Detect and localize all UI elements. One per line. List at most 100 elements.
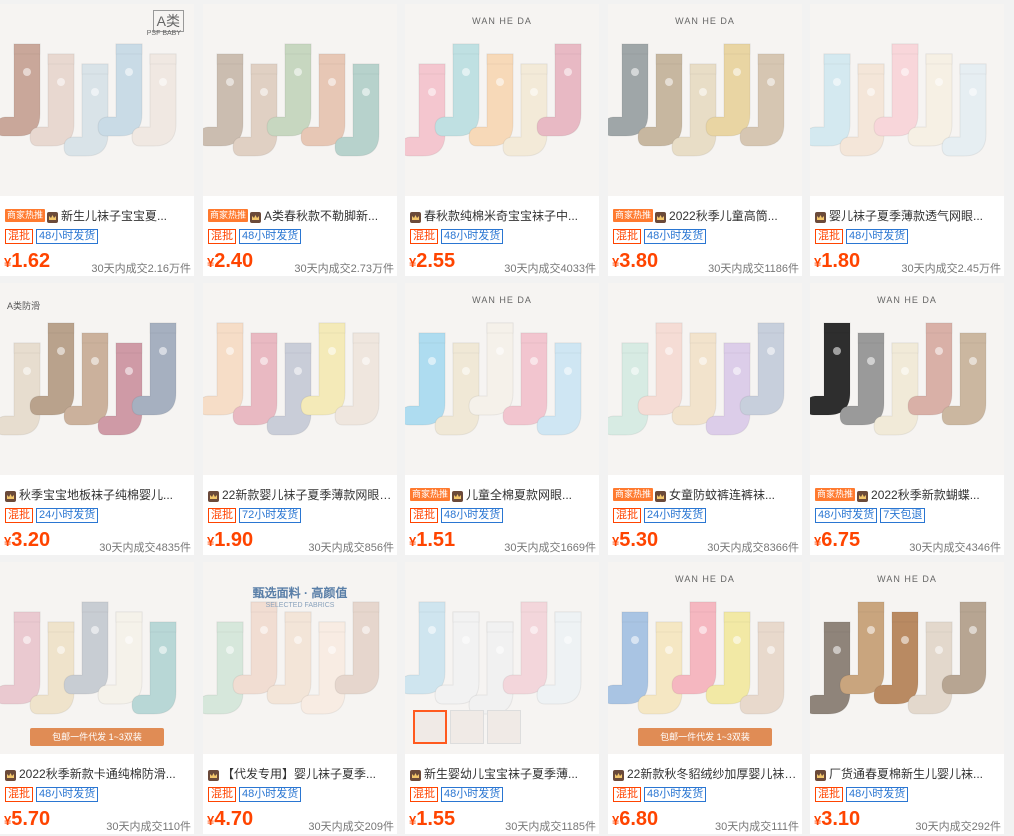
- price: ¥6.75: [814, 529, 860, 552]
- product-title[interactable]: 2022秋季新款卡通纯棉防滑...: [19, 765, 176, 781]
- hot-badge: 商家热推: [613, 487, 654, 501]
- price: ¥3.10: [814, 808, 860, 831]
- service-tag: 48小时发货: [846, 229, 909, 244]
- title-row[interactable]: 商家热推 儿童全棉夏款网眼...: [410, 486, 596, 502]
- title-row[interactable]: 22新款婴儿袜子夏季薄款网眼新...: [208, 486, 394, 502]
- product-image[interactable]: WAN HE DA 包邮一件代发 1~3双装: [608, 562, 802, 754]
- product-image[interactable]: WAN HE DA: [405, 283, 599, 475]
- product-card[interactable]: 婴儿袜子夏季薄款透气网眼... 混批 48小时发货 ¥1.80 30天内成交2.45万件: [810, 4, 1004, 276]
- title-row[interactable]: 厂货通春夏棉新生儿婴儿袜...: [815, 765, 1001, 781]
- title-row[interactable]: 婴儿袜子夏季薄款透气网眼...: [815, 207, 1001, 223]
- product-title[interactable]: 【代发专用】婴儿袜子夏季...: [222, 765, 376, 781]
- image-overlay-text: WAN HE DA: [877, 295, 937, 305]
- product-title[interactable]: 新生婴幼儿宝宝袜子夏季薄...: [424, 765, 578, 781]
- thumbnail[interactable]: [450, 710, 484, 744]
- title-row[interactable]: 商家热推 A类春秋款不勒脚新...: [208, 207, 394, 223]
- service-tag: 48小时发货: [846, 787, 909, 802]
- crown-icon: [208, 489, 219, 502]
- product-card[interactable]: 甄选面料 · 高颜值 SELECTED FABRICS 【代发专用】婴儿袜子夏季..…: [203, 562, 397, 834]
- product-image[interactable]: [810, 4, 1004, 196]
- price-value: 4.70: [214, 808, 254, 830]
- image-overlay-text: WAN HE DA: [877, 574, 937, 584]
- product-image[interactable]: A类 PSF BABY: [0, 4, 194, 196]
- product-title[interactable]: 厂货通春夏棉新生儿婴儿袜...: [829, 765, 983, 781]
- price-value: 3.80: [619, 250, 659, 272]
- title-row[interactable]: 商家热推 2022秋季新款蝴蝶...: [815, 486, 1001, 502]
- title-row[interactable]: 商家热推 新生儿袜子宝宝夏...: [5, 207, 191, 223]
- product-card[interactable]: WAN HE DA 厂货通春夏棉新生儿婴儿袜... 混批 48小时发货 ¥3.10 30天…: [810, 562, 1004, 834]
- product-image[interactable]: [405, 562, 599, 754]
- crown-icon: [250, 210, 262, 223]
- price-value: 1.51: [416, 529, 456, 551]
- service-tags: 混批 48小时发货: [5, 787, 101, 803]
- product-title[interactable]: 22新款秋冬貂绒纱加厚婴儿袜子...: [627, 765, 799, 781]
- title-row[interactable]: 新生婴幼儿宝宝袜子夏季薄...: [410, 765, 596, 781]
- product-title[interactable]: 2022秋季儿童高筒...: [669, 207, 778, 223]
- product-card[interactable]: A类防滑 秋季宝宝地板袜子纯棉婴儿... 混批 24小时发货 ¥3.20 30天内成交48…: [0, 283, 194, 555]
- crown-icon: [655, 489, 667, 502]
- product-card[interactable]: WAN HE DA 包邮一件代发 1~3双装 22新款秋冬貂绒纱加厚婴儿袜子... 混…: [608, 562, 802, 834]
- product-title[interactable]: 秋季宝宝地板袜子纯棉婴儿...: [19, 486, 173, 502]
- title-row[interactable]: 2022秋季新款卡通纯棉防滑...: [5, 765, 191, 781]
- image-overlay-subtext: SELECTED FABRICS: [265, 602, 335, 609]
- title-row[interactable]: 【代发专用】婴儿袜子夏季...: [208, 765, 394, 781]
- service-tag: 48小时发货: [644, 229, 707, 244]
- service-tags: 48小时发货 7天包退: [815, 508, 928, 524]
- title-row[interactable]: 22新款秋冬貂绒纱加厚婴儿袜子...: [613, 765, 799, 781]
- product-title[interactable]: 春秋款纯棉米奇宝宝袜子中...: [424, 207, 578, 223]
- crown-icon: [47, 210, 59, 223]
- product-title[interactable]: 女童防蚊裤连裤袜...: [669, 486, 775, 502]
- service-tag: 混批: [208, 787, 236, 802]
- crown-icon: [815, 210, 826, 223]
- product-image[interactable]: WAN HE DA: [810, 562, 1004, 754]
- crown-icon: [5, 489, 16, 502]
- product-image[interactable]: [203, 283, 397, 475]
- price-value: 3.20: [11, 529, 51, 551]
- product-card[interactable]: 22新款婴儿袜子夏季薄款网眼新... 混批 72小时发货 ¥1.90 30天内成交856…: [203, 283, 397, 555]
- product-card[interactable]: WAN HE DA 商家热推 儿童全棉夏款网眼... 混批 48小时发货 ¥1.51 30天…: [405, 283, 599, 555]
- service-tags: 混批 48小时发货: [410, 229, 506, 245]
- product-image[interactable]: [608, 283, 802, 475]
- price: ¥3.20: [4, 529, 50, 552]
- price-value: 1.62: [11, 250, 51, 272]
- crown-icon: [5, 768, 16, 781]
- service-tag: 混批: [5, 508, 33, 523]
- product-card[interactable]: A类 PSF BABY 商家热推 新生儿袜子宝宝夏... 混批 48小时发货 ¥1.62 30…: [0, 4, 194, 276]
- product-title[interactable]: 婴儿袜子夏季薄款透气网眼...: [829, 207, 983, 223]
- product-image[interactable]: WAN HE DA: [405, 4, 599, 196]
- product-image[interactable]: 包邮一件代发 1~3双装: [0, 562, 194, 754]
- image-thumbnails[interactable]: [413, 710, 524, 744]
- product-card[interactable]: 商家热推 女童防蚊裤连裤袜... 混批 24小时发货 ¥5.30 30天内成交8366件: [608, 283, 802, 555]
- product-image[interactable]: WAN HE DA: [608, 4, 802, 196]
- product-card[interactable]: WAN HE DA 商家热推 2022秋季儿童高筒... 混批 48小时发货 ¥3.80 3…: [608, 4, 802, 276]
- product-image[interactable]: [203, 4, 397, 196]
- product-image[interactable]: A类防滑: [0, 283, 194, 475]
- product-image[interactable]: WAN HE DA: [810, 283, 1004, 475]
- image-overlay-subtext: PSF BABY: [146, 30, 181, 37]
- crown-icon: [410, 768, 421, 781]
- product-title[interactable]: 22新款婴儿袜子夏季薄款网眼新...: [222, 486, 394, 502]
- thumbnail[interactable]: [487, 710, 521, 744]
- service-tag: 48小时发货: [36, 787, 99, 802]
- service-tags: 混批 48小时发货: [5, 229, 101, 245]
- product-title[interactable]: 儿童全棉夏款网眼...: [466, 486, 572, 502]
- title-row[interactable]: 秋季宝宝地板袜子纯棉婴儿...: [5, 486, 191, 502]
- service-tag: 混批: [613, 787, 641, 802]
- product-title[interactable]: 新生儿袜子宝宝夏...: [61, 207, 167, 223]
- thumbnail[interactable]: [413, 710, 447, 744]
- service-tag: 48小时发货: [239, 229, 302, 244]
- service-tag: 48小时发货: [644, 787, 707, 802]
- title-row[interactable]: 商家热推 2022秋季儿童高筒...: [613, 207, 799, 223]
- product-title[interactable]: A类春秋款不勒脚新...: [264, 207, 378, 223]
- product-title[interactable]: 2022秋季新款蝴蝶...: [871, 486, 980, 502]
- product-card[interactable]: 包邮一件代发 1~3双装 2022秋季新款卡通纯棉防滑... 混批 48小时发货 ¥5.…: [0, 562, 194, 834]
- product-card[interactable]: WAN HE DA 商家热推 2022秋季新款蝴蝶... 48小时发货 7天包退 ¥6.7…: [810, 283, 1004, 555]
- product-card[interactable]: WAN HE DA 春秋款纯棉米奇宝宝袜子中... 混批 48小时发货 ¥2.55 30天…: [405, 4, 599, 276]
- title-row[interactable]: 商家热推 女童防蚊裤连裤袜...: [613, 486, 799, 502]
- title-row[interactable]: 春秋款纯棉米奇宝宝袜子中...: [410, 207, 596, 223]
- service-tags: 混批 48小时发货: [613, 229, 709, 245]
- product-image[interactable]: 甄选面料 · 高颜值 SELECTED FABRICS: [203, 562, 397, 754]
- product-card[interactable]: 新生婴幼儿宝宝袜子夏季薄... 混批 48小时发货 ¥1.55 30天内成交1185件: [405, 562, 599, 834]
- product-card[interactable]: 商家热推 A类春秋款不勒脚新... 混批 48小时发货 ¥2.40 30天内成交2.73万…: [203, 4, 397, 276]
- sales-count: 30天内成交4835件: [99, 542, 191, 554]
